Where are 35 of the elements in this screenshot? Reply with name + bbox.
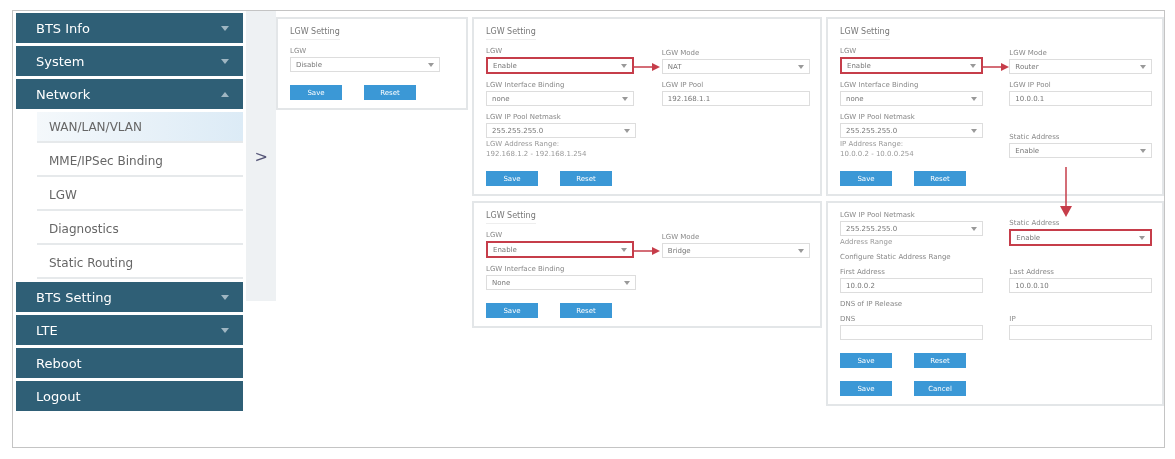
caret-down-icon xyxy=(1140,64,1146,69)
caret-down-icon xyxy=(1140,148,1146,153)
panel-title: LGW Setting xyxy=(486,27,536,40)
caret-down-icon xyxy=(970,226,977,231)
caret-down-icon xyxy=(798,248,804,253)
sidebar-menu-item[interactable]: Reboot xyxy=(16,348,244,378)
sidebar-menu-item[interactable]: Network xyxy=(16,79,244,109)
sidebar-menu-item[interactable]: BTS Info xyxy=(16,13,244,43)
expand-handle[interactable]: > xyxy=(254,146,268,166)
caret-down-icon xyxy=(221,327,230,333)
caret-down-icon xyxy=(622,96,629,101)
caret-down-icon xyxy=(798,64,804,69)
input-field[interactable] xyxy=(1009,325,1152,340)
input-field[interactable] xyxy=(840,325,983,340)
caret-down-icon xyxy=(624,128,630,133)
sidebar-menu-item[interactable]: System xyxy=(16,46,244,76)
caret-down-icon xyxy=(970,96,977,101)
sidebar-menu-item[interactable]: BTS Setting xyxy=(16,282,244,312)
sidebar-subitem[interactable]: WAN/LAN/VLAN xyxy=(37,112,244,143)
caret-down-icon xyxy=(1139,235,1145,240)
caret-up-icon xyxy=(221,91,230,97)
caret-down-icon xyxy=(969,63,976,68)
panel-title: LGW Setting xyxy=(840,27,890,40)
sidebar-menu-item[interactable]: Logout xyxy=(16,381,244,411)
caret-down-icon xyxy=(970,128,977,133)
panel-title: LGW Setting xyxy=(290,27,340,40)
caret-down-icon xyxy=(428,62,434,67)
panel-title: LGW Setting xyxy=(486,211,536,224)
sidebar-menu-item[interactable]: LTE xyxy=(16,315,244,345)
caret-down-icon xyxy=(621,63,628,68)
caret-down-icon xyxy=(621,247,628,252)
caret-down-icon xyxy=(221,294,230,300)
caret-down-icon xyxy=(624,280,630,285)
caret-down-icon xyxy=(221,58,230,64)
caret-down-icon xyxy=(221,25,230,31)
